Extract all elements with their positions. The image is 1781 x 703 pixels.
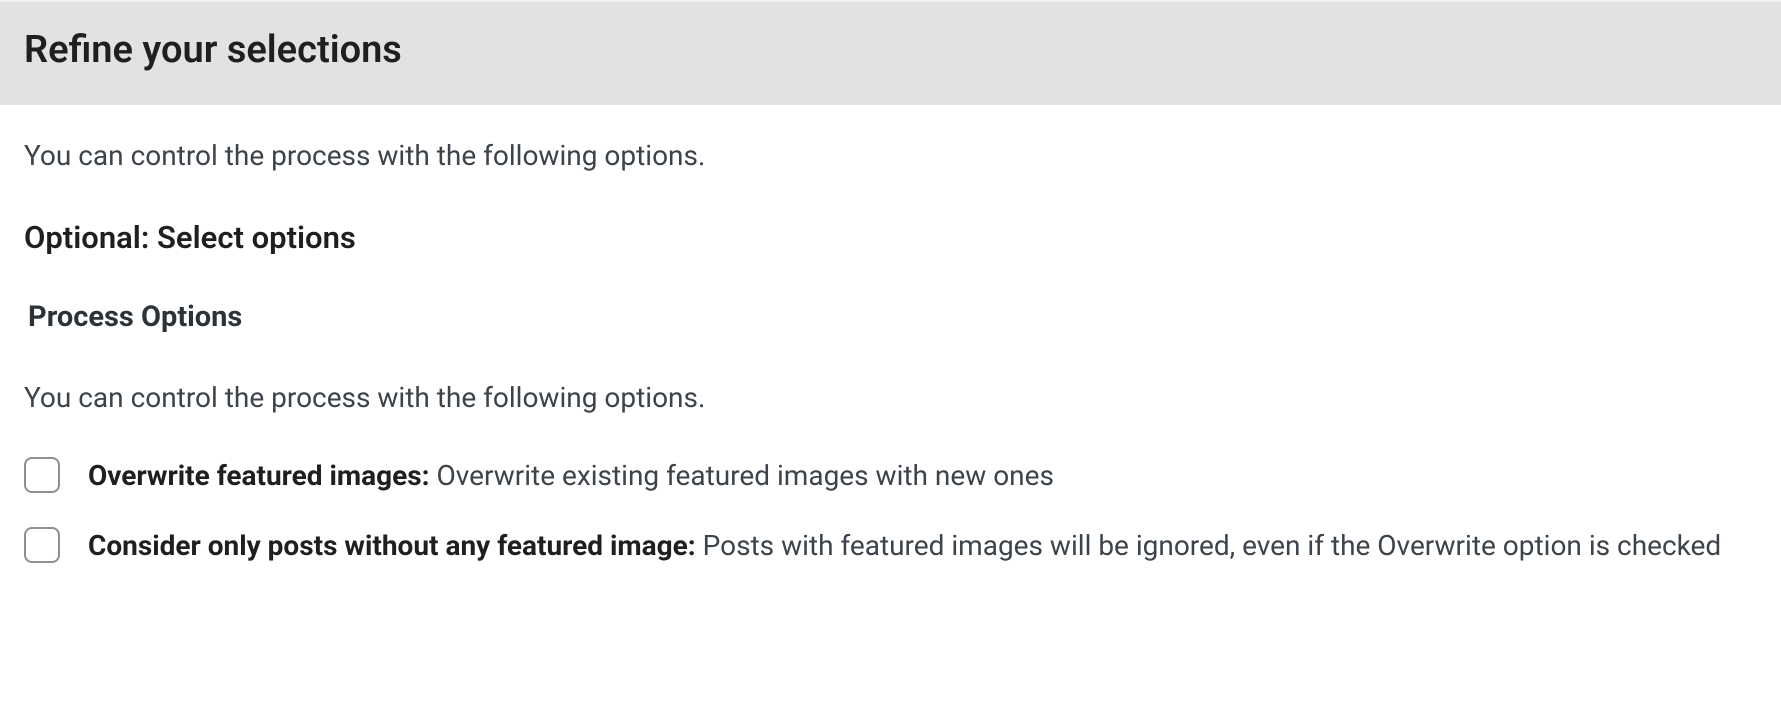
process-options-label: Process Options: [28, 296, 1757, 340]
overwrite-label-bold: Overwrite featured images:: [88, 459, 430, 492]
optional-heading: Optional: Select options: [24, 215, 1757, 262]
option-row-consider-only: Consider only posts without any featured…: [24, 525, 1757, 567]
intro-text: You can control the process with the fol…: [24, 135, 1757, 177]
section-header: Refine your selections: [0, 0, 1781, 105]
content-area: You can control the process with the fol…: [0, 105, 1781, 619]
consider-only-label: Consider only posts without any featured…: [88, 525, 1757, 567]
option-row-overwrite: Overwrite featured images: Overwrite exi…: [24, 455, 1757, 497]
process-options-desc: You can control the process with the fol…: [24, 377, 1757, 419]
consider-only-label-text: Posts with featured images will be ignor…: [696, 529, 1722, 562]
overwrite-checkbox[interactable]: [24, 457, 60, 493]
overwrite-label: Overwrite featured images: Overwrite exi…: [88, 455, 1757, 497]
consider-only-checkbox[interactable]: [24, 527, 60, 563]
section-title: Refine your selections: [24, 22, 1757, 79]
consider-only-label-bold: Consider only posts without any featured…: [88, 529, 696, 562]
overwrite-label-text: Overwrite existing featured images with …: [430, 459, 1054, 492]
